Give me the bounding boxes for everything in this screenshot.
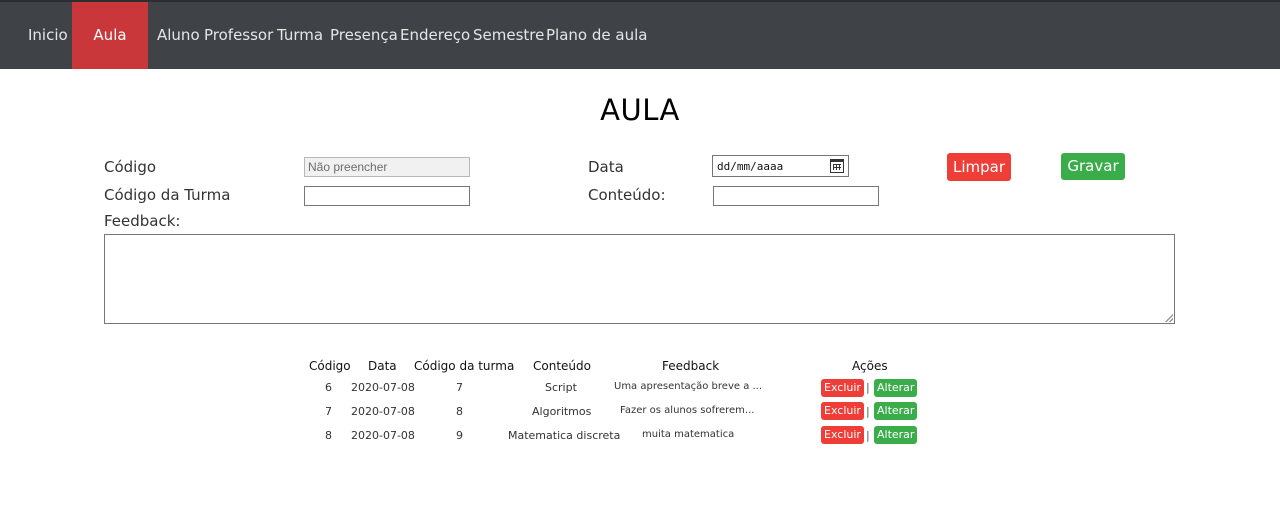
nav-item-professor[interactable]: Professor [204,2,273,69]
cell-turma: 8 [456,405,463,418]
action-separator: | [866,429,870,442]
data-label: Data [588,158,624,176]
codigo-turma-input[interactable] [304,186,470,206]
cell-data: 2020-07-08 [351,405,415,418]
excluir-button[interactable]: Excluir [821,426,864,444]
header-feedback: Feedback [662,359,720,373]
calendar-icon[interactable] [830,159,844,173]
navbar: Inicio Aula Aluno Professor Turma Presen… [0,0,1280,69]
cell-turma: 7 [456,381,463,394]
excluir-button[interactable]: Excluir [821,402,864,420]
nav-item-semestre[interactable]: Semestre [473,2,544,69]
action-separator: | [866,405,870,418]
cell-turma: 9 [456,429,463,442]
codigo-turma-label: Código da Turma [104,186,231,204]
cell-codigo: 7 [325,405,332,418]
action-separator: | [866,381,870,394]
nav-item-aluno[interactable]: Aluno [157,2,200,69]
feedback-textarea[interactable] [104,234,1175,324]
codigo-label: Código [104,158,157,176]
conteudo-label: Conteúdo: [588,186,666,204]
alterar-button[interactable]: Alterar [874,426,918,444]
limpar-button[interactable]: Limpar [947,153,1011,181]
cell-codigo: 8 [325,429,332,442]
nav-item-aula[interactable]: Aula [72,2,148,69]
header-codigo-turma: Código da turma [414,359,515,373]
codigo-input[interactable] [304,157,470,177]
cell-feedback: Fazer os alunos sofrerem... [620,405,755,416]
cell-data: 2020-07-08 [351,429,415,442]
cell-feedback: muita matematica [642,429,735,440]
conteudo-input[interactable] [713,186,879,206]
nav-item-inicio[interactable]: Inicio [28,2,68,69]
nav-item-presenca[interactable]: Presença [330,2,398,69]
header-acoes: Ações [852,359,888,373]
alterar-button[interactable]: Alterar [874,402,918,420]
cell-conteudo: Script [545,381,577,394]
header-data: Data [368,359,397,373]
header-conteudo: Conteúdo [533,359,591,373]
feedback-label: Feedback: [104,212,181,230]
cell-conteudo: Matematica discreta [508,429,621,442]
cell-data: 2020-07-08 [351,381,415,394]
resize-grip-icon[interactable] [1165,314,1173,322]
nav-item-turma[interactable]: Turma [277,2,323,69]
cell-conteudo: Algoritmos [532,405,592,418]
cell-feedback: Uma apresentação breve a ... [614,381,763,392]
excluir-button[interactable]: Excluir [821,379,864,397]
page-title: AULA [600,93,680,127]
nav-item-endereco[interactable]: Endereço [400,2,470,69]
data-placeholder: dd/mm/aaaa [717,160,784,173]
alterar-button[interactable]: Alterar [874,379,918,397]
gravar-button[interactable]: Gravar [1061,153,1125,180]
header-codigo: Código [309,359,351,373]
nav-item-plano-de-aula[interactable]: Plano de aula [546,2,647,69]
data-input[interactable]: dd/mm/aaaa [712,155,849,177]
cell-codigo: 6 [325,381,332,394]
